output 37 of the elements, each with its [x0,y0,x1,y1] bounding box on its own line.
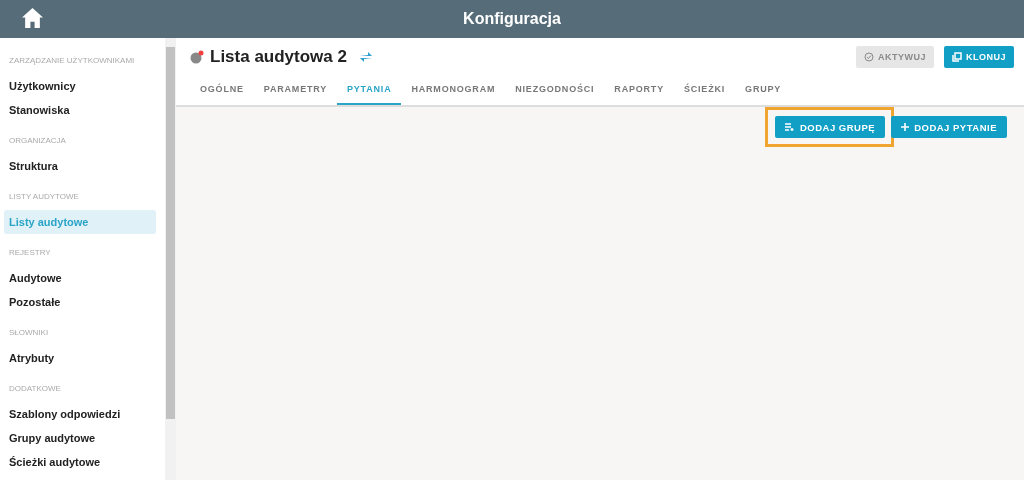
tab[interactable]: GRUPY [735,75,792,105]
tab[interactable]: PARAMETRY [253,75,337,105]
sidebar-item[interactable]: Atrybuty [4,346,156,371]
add-group-button[interactable]: DODAJ GRUPĘ [774,116,886,138]
section-heading: ZARZĄDZANIE UŻYTKOWNIKAMI [9,56,136,67]
section-heading: REJESTRY [9,248,52,259]
tab[interactable]: ŚCIEŻKI [673,75,736,105]
sidebar-item[interactable]: Listy audytowe [4,210,156,235]
section-heading: LISTY AUDYTOWE [9,192,80,203]
home-icon[interactable] [22,8,43,28]
plus-icon [901,123,910,131]
sidebar-item[interactable]: Grupy audytowe [4,426,156,451]
sidebar-item[interactable]: Stanowiska [4,98,156,123]
section-heading: SŁOWNIKI [9,328,50,339]
clone-button[interactable]: KLONUJ [944,45,1014,68]
scrollbar[interactable] [165,38,176,480]
check-circle-icon [864,51,874,62]
sidebar-item[interactable]: Użytkownicy [4,74,156,99]
tab[interactable]: OGÓLNE [190,75,254,105]
page-title: Lista audytowa 2 [210,46,347,67]
sidebar-item[interactable]: Audytowe [4,266,156,291]
sidebar-item[interactable]: Pozostałe [4,290,156,315]
list-add-icon [784,123,795,131]
swap-arrows-icon[interactable] [359,50,373,63]
header-title: Konfiguracja [463,10,561,28]
status-dot-icon [190,49,204,64]
add-question-button[interactable]: DODAJ PYTANIE [891,116,1007,138]
tab[interactable]: PYTANIA [337,75,402,105]
sidebar-item[interactable]: Struktura [4,154,156,179]
sidebar-item[interactable]: Szablony odpowiedzi [4,402,156,427]
section-heading: ORGANIZACJA [9,136,67,147]
section-heading: DODATKOWE [9,384,62,395]
sidebar-item[interactable]: Ścieżki audytowe [4,450,156,475]
tab[interactable]: RAPORTY [604,75,674,105]
tab[interactable]: HARMONOGRAM [401,75,506,105]
tab[interactable]: NIEZGODNOŚCI [505,75,605,105]
copy-icon [952,51,962,62]
